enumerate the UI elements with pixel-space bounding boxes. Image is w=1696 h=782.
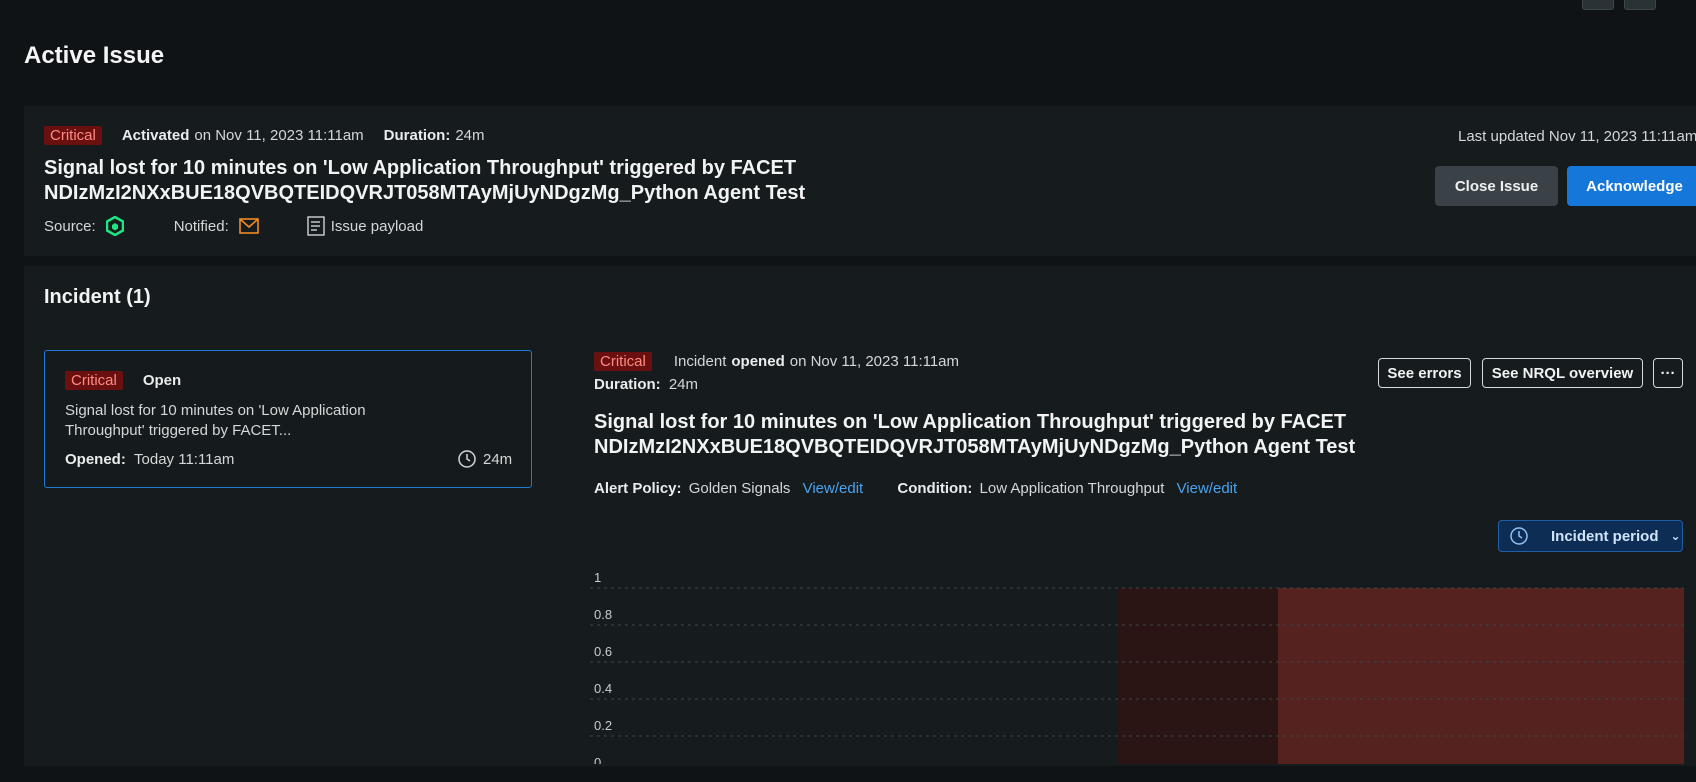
- incident-title-line: Signal lost for 10 minutes on 'Low Appli…: [594, 411, 1347, 433]
- notified-label: Notified:: [173, 217, 229, 235]
- incident-title-line: NDIzMzI2NXxBUE18QVBQTEIDQVRJT058MTAyMjUy…: [594, 436, 1356, 458]
- incident-description-line: Throughput' triggered by FACET...: [65, 422, 292, 439]
- incident-description-line: Signal lost for 10 minutes on 'Low Appli…: [65, 402, 366, 419]
- condition-value: Low Application Throughput: [979, 480, 1165, 497]
- issue-title-line: Signal lost for 10 minutes on 'Low Appli…: [44, 157, 797, 179]
- issue-title: Signal lost for 10 minutes on 'Low Appli…: [44, 156, 805, 206]
- incident-status: Open: [142, 372, 182, 389]
- alert-policy-view-edit-link[interactable]: View/edit: [803, 480, 864, 497]
- y-tick-label: 0.4: [594, 681, 612, 696]
- incident-title: Signal lost for 10 minutes on 'Low Appli…: [594, 410, 1355, 460]
- more-options-button[interactable]: ···: [1653, 358, 1683, 388]
- page-title: Active Issue: [24, 42, 165, 69]
- issue-payload-link[interactable]: Issue payload: [307, 216, 424, 236]
- detail-duration-value: 24m: [668, 376, 699, 393]
- y-axis-ticks: 1 0.8 0.6 0.4 0.2 0: [594, 570, 612, 764]
- top-toolbar: [1582, 0, 1656, 10]
- activated-label: Activated: [121, 127, 190, 144]
- incident-chart: 1 0.8 0.6 0.4 0.2 0: [590, 570, 1684, 764]
- y-tick-label: 0.2: [594, 718, 612, 733]
- duration-label: Duration:: [383, 127, 451, 144]
- incidents-heading: Incident (1): [44, 286, 151, 308]
- last-updated: Last updated Nov 11, 2023 11:11am: [1458, 128, 1696, 145]
- activated-value: on Nov 11, 2023 11:11am: [194, 127, 364, 144]
- incident-list-item[interactable]: Critical Open Signal lost for 10 minutes…: [44, 350, 532, 488]
- incident-period-shade: [1278, 588, 1684, 764]
- y-tick-label: 1: [594, 570, 601, 585]
- severity-badge: Critical: [594, 352, 652, 371]
- condition-view-edit-link[interactable]: View/edit: [1177, 480, 1238, 497]
- incident-opened-word: opened: [731, 353, 785, 370]
- severity-badge: Critical: [65, 371, 123, 390]
- incident-duration: 24m: [483, 450, 513, 468]
- chevron-down-icon: ⌄: [1670, 529, 1681, 543]
- newrelic-source-icon[interactable]: [105, 216, 124, 236]
- source-label: Source:: [44, 217, 96, 235]
- issue-title-line: NDIzMzI2NXxBUE18QVBQTEIDQVRJT058MTAyMjUy…: [44, 182, 806, 204]
- alert-policy-label: Alert Policy:: [594, 480, 682, 497]
- opened-label: Opened:: [65, 451, 126, 468]
- toolbar-icon[interactable]: [1582, 0, 1614, 10]
- incident-description: Signal lost for 10 minutes on 'Low Appli…: [65, 401, 366, 441]
- clock-icon: [457, 449, 477, 469]
- incident-opened-prefix: Incident: [673, 353, 727, 370]
- incident-period-shade: [1118, 588, 1278, 764]
- clock-icon: [1509, 526, 1529, 546]
- alert-policy-value: Golden Signals: [688, 480, 791, 497]
- document-icon: [307, 216, 325, 236]
- y-tick-label: 0: [594, 755, 601, 764]
- issue-summary-card: Critical Activated on Nov 11, 2023 11:11…: [24, 106, 1696, 256]
- condition-label: Condition:: [897, 480, 973, 497]
- incident-period-label: Incident period: [1551, 527, 1659, 545]
- see-errors-button[interactable]: See errors: [1378, 358, 1471, 388]
- y-tick-label: 0.6: [594, 644, 612, 659]
- duration-value: 24m: [455, 127, 485, 144]
- acknowledge-button[interactable]: Acknowledge: [1567, 166, 1696, 206]
- incident-opened-date: on Nov 11, 2023 11:11am: [789, 353, 960, 370]
- opened-value: Today 11:11am: [134, 451, 235, 468]
- envelope-icon[interactable]: [238, 218, 259, 234]
- issue-payload-label: Issue payload: [330, 217, 424, 235]
- detail-duration-label: Duration:: [594, 376, 661, 393]
- incident-period-dropdown[interactable]: Incident period ⌄: [1498, 520, 1683, 552]
- close-issue-button[interactable]: Close Issue: [1435, 166, 1558, 206]
- toolbar-icon[interactable]: [1624, 0, 1656, 10]
- severity-badge: Critical: [44, 126, 102, 145]
- y-tick-label: 0.8: [594, 607, 612, 622]
- see-nrql-overview-button[interactable]: See NRQL overview: [1482, 358, 1643, 388]
